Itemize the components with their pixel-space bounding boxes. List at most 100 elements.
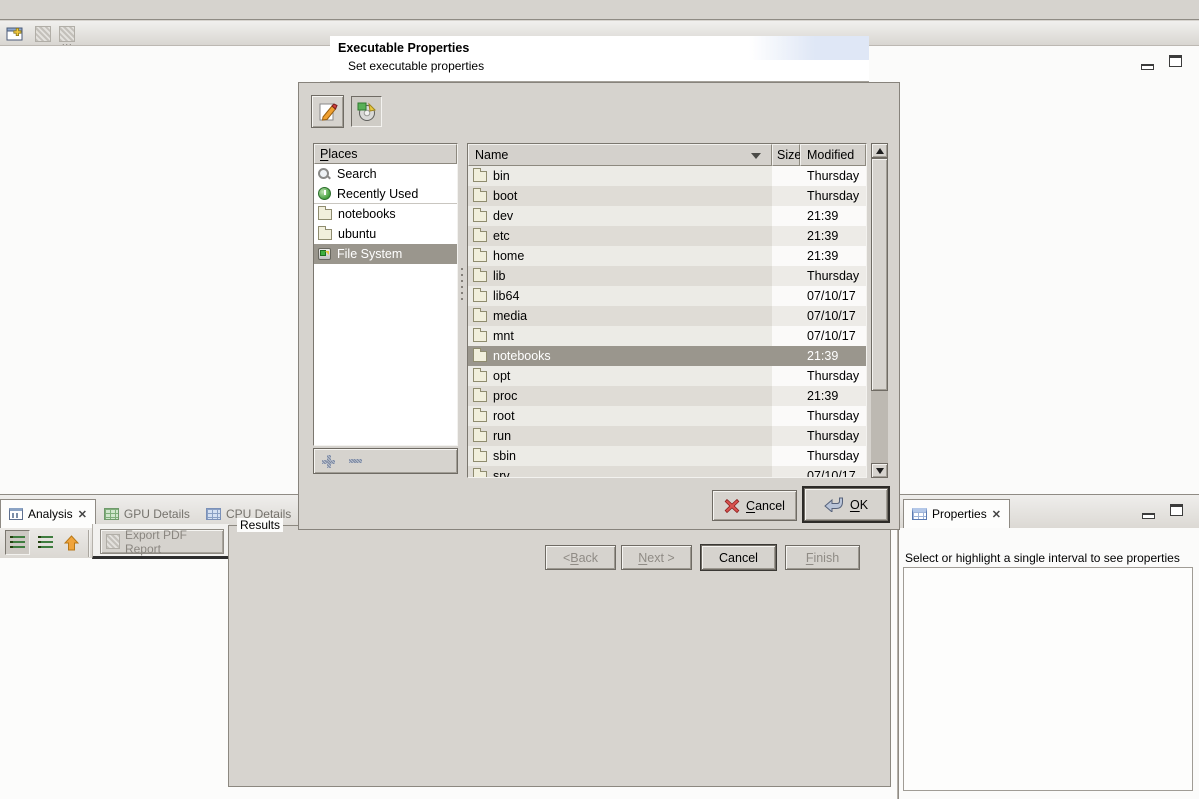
- sort-descending-icon: [751, 153, 761, 159]
- disabled-toolbar-button-1: [31, 24, 55, 44]
- minimize-icon[interactable]: [1142, 507, 1155, 522]
- wizard-title: Executable Properties: [338, 41, 469, 55]
- folder-icon: [473, 391, 487, 402]
- scrollbar-thumb[interactable]: [871, 158, 888, 391]
- menu-item[interactable]: [58, 8, 76, 12]
- folder-icon: [473, 251, 487, 262]
- place-item[interactable]: ubuntu: [314, 224, 457, 244]
- places-list: Search Recently Used notebooks ubuntu Fi…: [314, 164, 457, 264]
- file-list-scrollbar[interactable]: [871, 143, 888, 478]
- add-place-icon[interactable]: [322, 455, 335, 468]
- file-row[interactable]: sbin Thursday: [468, 446, 866, 466]
- menu-bar: [0, 0, 1199, 20]
- file-list-header: Name Size Modified: [468, 144, 866, 166]
- promote-button[interactable]: [59, 530, 84, 555]
- file-row[interactable]: run Thursday: [468, 426, 866, 446]
- folder-icon: [473, 231, 487, 242]
- properties-view: Properties ✕ Select or highlight a singl…: [898, 494, 1199, 799]
- menu-item[interactable]: [22, 8, 40, 12]
- file-list-panel: Name Size Modified bin Thursday boot: [467, 143, 867, 478]
- place-item[interactable]: Search: [314, 164, 457, 184]
- new-session-button[interactable]: [4, 24, 28, 44]
- places-panel: Places Search Recently Used notebooks ub…: [313, 143, 458, 446]
- place-icon: [318, 229, 332, 240]
- folder-icon: [473, 171, 487, 182]
- column-header-modified[interactable]: Modified: [800, 144, 866, 166]
- export-pdf-icon: [106, 534, 120, 549]
- tab-icon: [9, 508, 23, 520]
- file-row[interactable]: dev 21:39: [468, 206, 866, 226]
- pane-splitter[interactable]: [460, 268, 464, 302]
- disabled-icon: [35, 26, 51, 42]
- file-row[interactable]: boot Thursday: [468, 186, 866, 206]
- scroll-down-icon[interactable]: [871, 463, 888, 478]
- list-view-icon: [10, 536, 25, 549]
- cancel-x-icon: [724, 498, 740, 514]
- wizard-cancel-button[interactable]: Cancel: [701, 545, 776, 570]
- maximize-icon[interactable]: [1169, 55, 1182, 70]
- scrollbar-trough[interactable]: [871, 391, 888, 463]
- file-row[interactable]: notebooks 21:39: [468, 346, 866, 366]
- menu-item[interactable]: [4, 8, 22, 12]
- edit-pencil-icon: [317, 101, 339, 123]
- file-row[interactable]: opt Thursday: [468, 366, 866, 386]
- export-pdf-button[interactable]: Export PDF Report: [100, 529, 224, 554]
- wizard-subtitle: Set executable properties: [348, 59, 484, 73]
- place-item[interactable]: notebooks: [314, 204, 457, 224]
- finish-button[interactable]: Finish: [785, 545, 860, 570]
- minimize-icon[interactable]: [1141, 58, 1154, 73]
- view-tab[interactable]: Analysis ✕: [0, 499, 96, 528]
- close-icon[interactable]: ✕: [78, 508, 87, 521]
- cancel-button[interactable]: Cancel: [712, 490, 797, 521]
- file-row[interactable]: root Thursday: [468, 406, 866, 426]
- file-row[interactable]: srv 07/10/17: [468, 466, 866, 477]
- maximize-icon[interactable]: [1170, 504, 1183, 519]
- file-row[interactable]: media 07/10/17: [468, 306, 866, 326]
- flat-list-button[interactable]: [33, 530, 58, 555]
- place-icon: [318, 248, 331, 260]
- tab-properties[interactable]: Properties ✕: [903, 499, 1010, 528]
- export-tab-strip: Export PDF Report: [92, 524, 229, 559]
- place-icon: [318, 209, 332, 220]
- place-item[interactable]: File System: [314, 244, 457, 264]
- folder-icon: [473, 271, 487, 282]
- folder-icon: [473, 331, 487, 342]
- file-row[interactable]: lib64 07/10/17: [468, 286, 866, 306]
- table-icon: [912, 508, 927, 520]
- results-label: Results: [237, 518, 283, 532]
- file-row[interactable]: home 21:39: [468, 246, 866, 266]
- file-row[interactable]: etc 21:39: [468, 226, 866, 246]
- tab-icon: [206, 508, 221, 520]
- scroll-up-icon[interactable]: [871, 143, 888, 158]
- analysis-view: Analysis ✕ GPU Details ✕ CPU Details ✕ C…: [0, 494, 898, 799]
- browse-folders-button[interactable]: [351, 96, 382, 127]
- menu-item[interactable]: [40, 8, 58, 12]
- folder-icon: [473, 471, 487, 477]
- remove-place-icon[interactable]: [349, 459, 362, 463]
- place-icon: [318, 187, 331, 200]
- place-item[interactable]: Recently Used: [314, 184, 457, 204]
- places-header[interactable]: Places: [314, 144, 457, 164]
- place-icon: [318, 168, 331, 181]
- file-row[interactable]: lib Thursday: [468, 266, 866, 286]
- close-icon[interactable]: ✕: [992, 508, 1001, 521]
- list-view-icon: [38, 536, 53, 549]
- file-row[interactable]: bin Thursday: [468, 166, 866, 186]
- application-window: { "menubar": { "items": [ {"label":"File…: [0, 0, 1199, 799]
- next-button[interactable]: Next >: [621, 545, 692, 570]
- column-header-name[interactable]: Name: [468, 144, 772, 166]
- back-button[interactable]: < Back: [545, 545, 616, 570]
- file-row[interactable]: mnt 07/10/17: [468, 326, 866, 346]
- file-row[interactable]: proc 21:39: [468, 386, 866, 406]
- ok-button[interactable]: OK: [804, 488, 888, 521]
- ok-return-arrow-icon: [824, 497, 844, 512]
- folder-icon: [473, 351, 487, 362]
- folder-icon: [473, 191, 487, 202]
- folder-icon: [473, 371, 487, 382]
- wizard-header: Executable Properties Set executable pro…: [330, 36, 869, 82]
- folder-icon: [473, 291, 487, 302]
- file-system-icon: [357, 102, 377, 122]
- segment-list-button[interactable]: [5, 530, 30, 555]
- column-header-size[interactable]: Size: [772, 144, 800, 166]
- type-filename-button[interactable]: [311, 95, 344, 128]
